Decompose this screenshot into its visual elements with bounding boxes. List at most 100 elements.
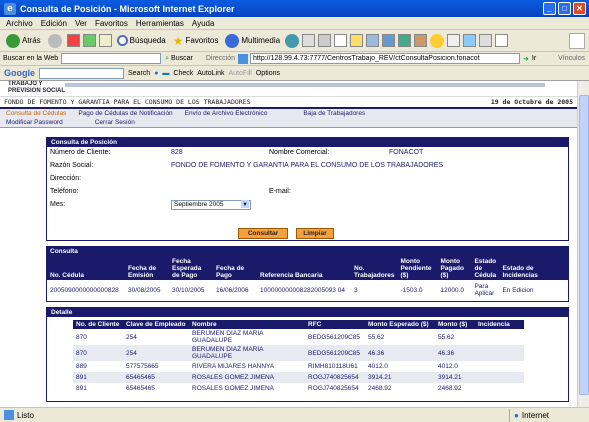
- table-row[interactable]: 891 65465465 ROSALES GOMEZ JIMENA ROGJ74…: [73, 383, 524, 394]
- back-button[interactable]: Atrás: [4, 32, 43, 50]
- vertical-scrollbar[interactable]: [577, 81, 589, 407]
- autofill-button[interactable]: AutoFill: [229, 70, 252, 77]
- mail-icon[interactable]: [302, 34, 316, 47]
- menu-edicion[interactable]: Edición: [41, 19, 67, 28]
- table-row[interactable]: 870 254 BERUMEN DIAZ MARIA GUADALUPE BED…: [73, 329, 524, 345]
- nav-cerrar-sesion[interactable]: Cerrar Sesión: [89, 119, 141, 126]
- table-row[interactable]: 870 254 BERUMEN DIAZ MARIA GUADALUPE BED…: [73, 345, 524, 361]
- table-row[interactable]: 889 577575665 RIVERA MIJARES HANNYA RIMH…: [73, 361, 524, 372]
- windows-logo-icon: [569, 32, 585, 49]
- address-bar: Buscar en la Web ⌕ Buscar Dirección ➜ Ir…: [0, 52, 589, 66]
- tool-icon-4[interactable]: [463, 34, 477, 47]
- favorites-label: Favoritos: [185, 36, 219, 45]
- direccion-field-label: Dirección:: [50, 175, 82, 182]
- favorites-button[interactable]: ★ Favoritos: [171, 32, 221, 50]
- history-icon[interactable]: [285, 33, 300, 48]
- web-search-button[interactable]: Buscar: [171, 55, 203, 62]
- search-button[interactable]: Búsqueda: [115, 32, 168, 50]
- scrollbar-thumb[interactable]: [579, 95, 589, 395]
- tool-icon-2[interactable]: [414, 34, 428, 47]
- cell-monto-esperado: 4012.0: [368, 363, 388, 370]
- tool-icon-3[interactable]: [447, 34, 461, 47]
- edit-icon[interactable]: [334, 34, 348, 47]
- nav-pago-cedulas[interactable]: Pago de Cédulas de Notificación: [72, 110, 178, 117]
- minimize-button[interactable]: _: [543, 2, 556, 15]
- detalle-table: No. de Cliente Clave de Empleado Nombre …: [73, 320, 524, 394]
- cell-nombre: RIVERA MIJARES HANNYA: [192, 363, 275, 370]
- stop-icon[interactable]: [66, 34, 80, 47]
- mes-select[interactable]: Septiembre 2005: [171, 200, 251, 210]
- table-row[interactable]: 2005090000000000828 30/08/2005 30/10/200…: [47, 280, 568, 300]
- consulta-table: Consulta No. Cédula Fecha de Emisión Fec…: [47, 247, 568, 300]
- detalle-panel: Detalle No. de Cliente Clave de Empleado…: [46, 307, 569, 402]
- multimedia-button[interactable]: Multimedia: [223, 32, 282, 50]
- detalle-title: Detalle: [47, 308, 568, 317]
- pagerank-icon[interactable]: ▬: [162, 70, 169, 77]
- table-row[interactable]: 891 65465465 ROSALES GOMEZ JIMENA ROGJ74…: [73, 372, 524, 383]
- url-input[interactable]: [250, 53, 521, 64]
- nav-consulta-cedulas[interactable]: Consulta de Cédulas: [0, 110, 72, 117]
- google-search-input[interactable]: [39, 67, 124, 79]
- cell-monto-esperado: 2468.92: [368, 385, 392, 392]
- col-rfc: RFC: [305, 320, 365, 329]
- cell-estado-incidencias: En Edicion: [502, 286, 534, 294]
- cell-monto: 2468.92: [438, 385, 462, 392]
- nav-baja-trabajadores[interactable]: Baja de Trabajadores: [297, 110, 371, 117]
- tool-icon-1[interactable]: [398, 34, 412, 47]
- links-label[interactable]: Vínculos: [558, 55, 589, 62]
- menu-archivo[interactable]: Archivo: [6, 19, 33, 28]
- nav-menu: Consulta de Cédulas Pago de Cédulas de N…: [0, 107, 577, 128]
- cell-clave: 254: [126, 333, 137, 341]
- cell-monto: 3914.21: [435, 372, 475, 383]
- tool-icon-5[interactable]: [479, 34, 493, 47]
- consulta-panel: Consulta No. Cédula Fecha de Emisión Fec…: [46, 246, 569, 302]
- cell-incidencia: [475, 345, 524, 361]
- cell-monto: 4012.0: [438, 363, 458, 370]
- limpiar-button[interactable]: Limpiar: [296, 228, 334, 239]
- cell-nombre: ROSALES GOMEZ JIMENA: [189, 372, 305, 383]
- go-arrow-icon: ➜: [523, 55, 529, 63]
- menu-herramientas[interactable]: Herramientas: [136, 19, 184, 28]
- col-clave-empleado: Clave de Empleado: [123, 320, 189, 329]
- messenger-icon[interactable]: [366, 34, 380, 47]
- menu-ayuda[interactable]: Ayuda: [192, 19, 215, 28]
- current-date: 19 de Octubre de 2005: [490, 98, 573, 106]
- globe-icon[interactable]: ●: [154, 70, 158, 77]
- nombre-comercial-value: FONACOT: [389, 149, 424, 156]
- col-estado-incidencias: Estado de Incidencias: [499, 256, 568, 280]
- tool-icon-6[interactable]: [495, 34, 509, 47]
- cell-rfc: BEDG561209C85: [308, 333, 361, 341]
- posicion-title: Consulta de Posición: [47, 138, 568, 147]
- web-search-input[interactable]: [61, 53, 162, 64]
- google-search-button[interactable]: Search: [128, 70, 150, 77]
- refresh-icon[interactable]: [82, 34, 96, 47]
- cell-incidencia: [475, 372, 524, 383]
- forward-button[interactable]: [46, 32, 64, 50]
- status-text: Listo: [17, 410, 34, 420]
- col-no-trabajadores: No. Trabajadores: [351, 256, 398, 280]
- nav-modificar-password[interactable]: Modificar Password: [0, 119, 69, 126]
- row-direccion: Dirección:: [47, 173, 568, 186]
- go-button[interactable]: Ir: [532, 55, 536, 62]
- consultar-button[interactable]: Consultar: [238, 228, 288, 239]
- close-button[interactable]: ✕: [573, 2, 586, 15]
- google-logo[interactable]: Google: [4, 68, 35, 78]
- maximize-button[interactable]: □: [558, 2, 571, 15]
- check-button[interactable]: Check: [173, 70, 193, 77]
- print-icon[interactable]: [318, 34, 332, 47]
- cell-monto-pendiente: -1503.0: [400, 286, 423, 294]
- zone-text: Internet: [521, 410, 549, 420]
- cell-no-cedula: 2005090000000000828: [50, 286, 119, 294]
- cell-clave: 254: [123, 345, 189, 361]
- menu-favoritos[interactable]: Favoritos: [95, 19, 128, 28]
- autolink-button[interactable]: AutoLink: [197, 70, 224, 77]
- options-button[interactable]: Options: [256, 70, 280, 77]
- nav-envio-archivo[interactable]: Envío de Archivo Electrónico: [179, 110, 274, 117]
- menu-ver[interactable]: Ver: [75, 19, 87, 28]
- research-icon[interactable]: [382, 34, 396, 47]
- home-icon[interactable]: [98, 34, 112, 47]
- folder-icon[interactable]: [350, 34, 364, 47]
- smiley-icon[interactable]: [430, 33, 445, 48]
- back-arrow-icon: [6, 33, 20, 48]
- cell-clave: 65465465: [126, 385, 155, 392]
